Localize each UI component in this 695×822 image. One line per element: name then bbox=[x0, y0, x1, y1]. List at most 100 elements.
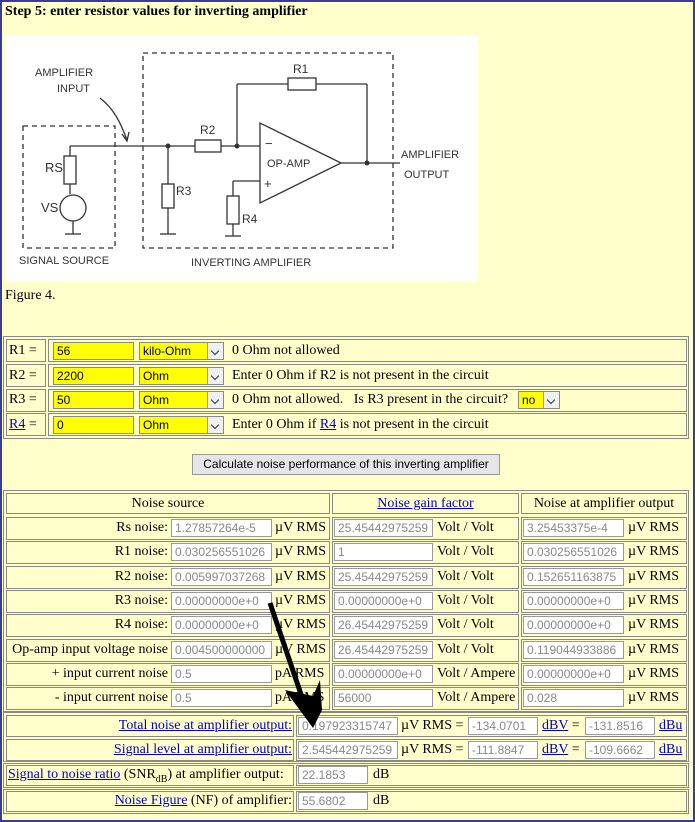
label-signal-source: SIGNAL SOURCE bbox=[19, 255, 109, 267]
total-dbu-group: dBu bbox=[659, 718, 682, 734]
dbu-link[interactable]: dBu bbox=[659, 718, 682, 733]
calculate-button[interactable]: Calculate noise performance of this inve… bbox=[192, 454, 500, 475]
dbu-link-2[interactable]: dBu bbox=[659, 742, 682, 757]
noise-output-value: 0.00000000e+0 bbox=[523, 592, 624, 610]
nf-value: 55.6802 bbox=[298, 792, 368, 810]
signal-level-value: 2.545442975259 bbox=[298, 741, 398, 759]
figure-caption: Figure 4. bbox=[5, 288, 56, 303]
r2-value-input[interactable]: 2200 bbox=[53, 367, 134, 385]
noise-source-unit: µV RMS bbox=[275, 520, 326, 535]
noise-gain-unit: Volt / Volt bbox=[437, 520, 494, 535]
noise-source-value: 0.00000000e+0 bbox=[171, 616, 272, 634]
label-amplifier-input-2: INPUT bbox=[57, 83, 90, 95]
step-title: Step 5: enter resistor values for invert… bbox=[5, 4, 308, 19]
noise-output-unit: µV RMS bbox=[628, 690, 679, 705]
chevron-down-icon bbox=[543, 392, 559, 408]
r4-link[interactable]: R4 bbox=[9, 417, 25, 432]
noise-gain-value: 0.00000000e+0 bbox=[334, 665, 433, 683]
chevron-down-icon bbox=[207, 343, 223, 359]
total-dbv-group: dBV = bbox=[542, 718, 580, 734]
noise-row-label: R1 noise: bbox=[114, 544, 168, 559]
dbv-link-2[interactable]: dBV bbox=[542, 742, 568, 757]
noise-source-value: 0.005997037268 bbox=[171, 568, 272, 586]
header-noise-gain: Noise gain factor bbox=[332, 493, 519, 514]
noise-source-unit: µV RMS bbox=[275, 569, 326, 584]
snr-value: 22.1853 bbox=[298, 766, 368, 784]
noise-source-value: 0.030256551026 bbox=[171, 543, 272, 561]
noise-gain-unit: Volt / Volt bbox=[437, 544, 494, 559]
label-minus: − bbox=[265, 136, 273, 151]
label-vs: VS bbox=[41, 200, 59, 215]
chevron-down-icon bbox=[207, 417, 223, 433]
noise-gain-unit: Volt / Volt bbox=[437, 642, 494, 657]
noise-row-label: + input current noise bbox=[51, 666, 168, 681]
dbv-link[interactable]: dBV bbox=[542, 718, 568, 733]
noise-output-unit: µV RMS bbox=[628, 617, 679, 632]
label-amplifier-output-1: AMPLIFIER bbox=[401, 149, 459, 161]
r3-unit-select[interactable]: Ohm bbox=[139, 391, 224, 409]
label-r2: R2 bbox=[200, 123, 216, 137]
noise-source-unit: pA RMS bbox=[275, 690, 325, 705]
noise-output-value: 0.152651163875 bbox=[523, 568, 624, 586]
noise-gain-unit: Volt / Ampere bbox=[437, 690, 516, 705]
total-noise-link[interactable]: Total noise at amplifier output: bbox=[119, 718, 292, 733]
signal-level-link[interactable]: Signal level at amplifier output: bbox=[114, 742, 292, 757]
label-inverting-amplifier: INVERTING AMPLIFIER bbox=[191, 257, 311, 269]
noise-gain-value: 0.00000000e+0 bbox=[334, 592, 433, 610]
r1-label: R1 = bbox=[9, 343, 37, 358]
r1-unit-select[interactable]: kilo-Ohm bbox=[139, 342, 224, 360]
noise-gain-unit: Volt / Volt bbox=[437, 617, 494, 632]
noise-gain-unit: Volt / Volt bbox=[437, 569, 494, 584]
snr-label: Signal to noise ratio (SNRdB) at amplifi… bbox=[8, 767, 284, 785]
noise-row-label: Op-amp input voltage noise bbox=[12, 642, 168, 657]
noise-gain-value: 25.45442975259 bbox=[334, 519, 433, 537]
noise-source-unit: µV RMS bbox=[275, 617, 326, 632]
label-r4: R4 bbox=[242, 212, 258, 226]
noise-output-unit: µV RMS bbox=[628, 642, 679, 657]
noise-figure-link[interactable]: Noise Figure bbox=[115, 793, 188, 808]
noise-gain-value: 25.45442975259 bbox=[334, 568, 433, 586]
r3-note: 0 Ohm not allowed. Is R3 present in the … bbox=[232, 392, 509, 407]
noise-source-unit: µV RMS bbox=[275, 642, 326, 657]
total-noise-unit: µV RMS = bbox=[401, 718, 464, 733]
r3-present-value: no bbox=[522, 393, 536, 407]
noise-output-unit: µV RMS bbox=[628, 520, 679, 535]
snr-unit: dB bbox=[373, 767, 390, 782]
r1-value-input[interactable]: 56 bbox=[53, 342, 134, 360]
signal-level-unit: µV RMS = bbox=[401, 742, 464, 757]
r3-present-select[interactable]: no bbox=[518, 391, 560, 409]
r2-unit-value: Ohm bbox=[143, 369, 170, 383]
signal-dbv-value: -111.8847 bbox=[468, 741, 538, 759]
noise-gain-unit: Volt / Volt bbox=[437, 593, 494, 608]
noise-gain-link[interactable]: Noise gain factor bbox=[377, 496, 473, 511]
noise-output-value: 3.25453375e-4 bbox=[523, 519, 624, 537]
label-amplifier-input-1: AMPLIFIER bbox=[35, 67, 93, 79]
header-noise-output: Noise at amplifier output bbox=[521, 493, 687, 514]
noise-source-value: 0.004500000000 bbox=[171, 641, 272, 659]
r4-unit-select[interactable]: Ohm bbox=[139, 416, 224, 434]
noise-output-value: 0.119044933886 bbox=[523, 641, 624, 659]
snr-link[interactable]: Signal to noise ratio bbox=[8, 767, 120, 782]
r2-unit-select[interactable]: Ohm bbox=[139, 367, 224, 385]
label-amplifier-output-2: OUTPUT bbox=[404, 169, 450, 181]
noise-gain-value: 26.45442975259 bbox=[334, 641, 433, 659]
r4-value-input[interactable]: 0 bbox=[53, 416, 134, 434]
r2-label: R2 = bbox=[9, 368, 37, 383]
label-plus: + bbox=[264, 176, 272, 191]
noise-output-value: 0.00000000e+0 bbox=[523, 665, 624, 683]
total-dbv-equals: = bbox=[571, 718, 580, 733]
header-noise-source: Noise source bbox=[6, 493, 330, 514]
r3-value-input[interactable]: 50 bbox=[53, 391, 134, 409]
r1-unit-value: kilo-Ohm bbox=[143, 344, 192, 358]
nf-unit: dB bbox=[373, 793, 390, 808]
noise-source-unit: µV RMS bbox=[275, 593, 326, 608]
noise-source-value: 0.5 bbox=[171, 689, 272, 707]
snr-post: ) at amplifier output: bbox=[167, 767, 284, 782]
r4-label-group: R4 = bbox=[9, 417, 37, 433]
noise-output-unit: µV RMS bbox=[628, 593, 679, 608]
noise-row-label: R3 noise: bbox=[114, 593, 168, 608]
noise-source-value: 0.5 bbox=[171, 665, 272, 683]
noise-row-label: - input current noise bbox=[54, 690, 168, 705]
noise-row-label: Rs noise: bbox=[116, 520, 168, 535]
r4-note-link[interactable]: R4 bbox=[320, 417, 336, 432]
